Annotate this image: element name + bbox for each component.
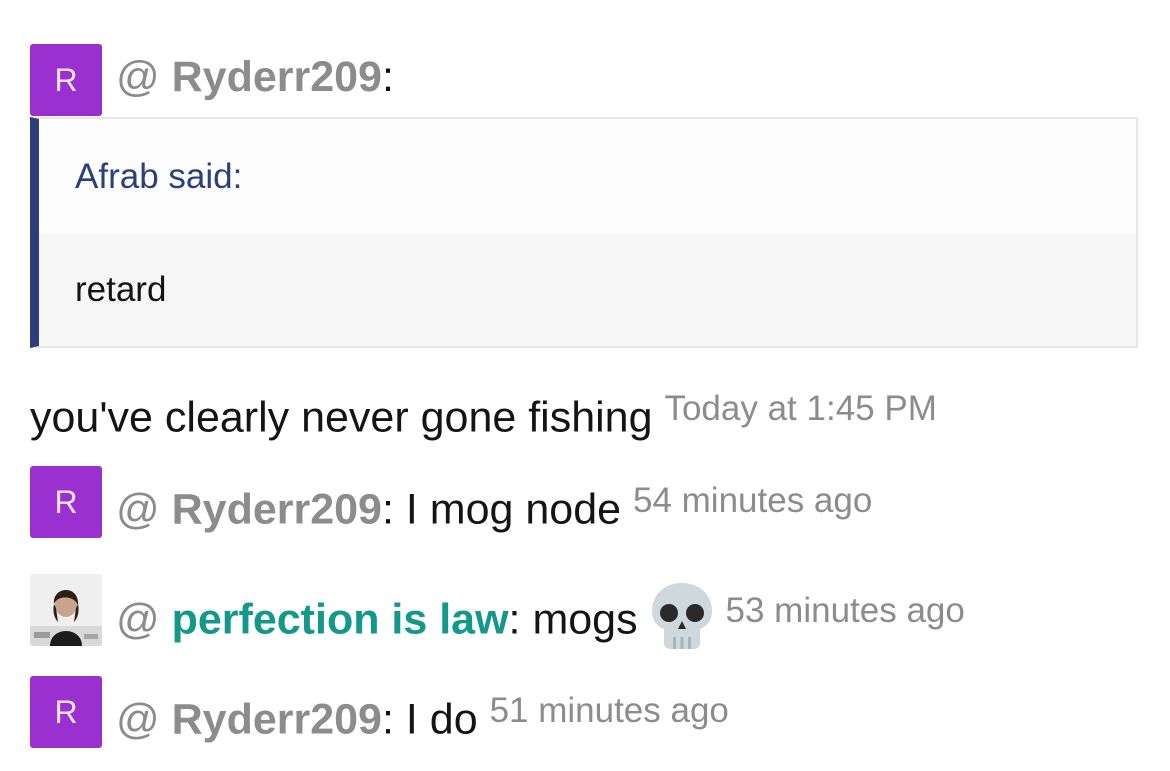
separator: : xyxy=(508,595,521,644)
at-symbol: @ xyxy=(116,595,160,644)
avatar-letter: R xyxy=(54,61,78,98)
quote-text: retard xyxy=(75,270,167,309)
reply-text: you've clearly never gone fishing xyxy=(30,393,653,442)
username-link[interactable]: Ryderr209 xyxy=(172,485,382,533)
post-line: @ Ryderr209: I do 51 minutes ago xyxy=(116,682,729,744)
timestamp[interactable]: 51 minutes ago xyxy=(490,691,729,730)
username-link[interactable]: Ryderr209 xyxy=(172,695,382,743)
avatar-letter: R xyxy=(54,693,78,730)
quote-author-text: Afrab said: xyxy=(75,156,243,196)
message-text: I mog node xyxy=(393,485,622,534)
quote-author[interactable]: Afrab said: xyxy=(39,119,1136,234)
post-line: @ perfection is law: mogs 53 minutes ago xyxy=(116,582,965,657)
person-photo-icon xyxy=(30,574,102,646)
avatar[interactable]: R xyxy=(30,44,102,116)
avatar-letter: R xyxy=(54,483,78,520)
separator: : xyxy=(381,53,394,101)
skull-icon xyxy=(651,582,712,649)
username-link[interactable]: Ryderr209 xyxy=(172,53,382,101)
message-text: I do xyxy=(393,695,478,744)
reply-message: you've clearly never gone fishing Today … xyxy=(30,380,937,442)
post-header: @ Ryderr209: xyxy=(116,52,394,102)
at-symbol: @ xyxy=(116,695,160,744)
avatar[interactable]: R xyxy=(30,466,102,538)
chat-thread: R @ Ryderr209: Afrab said: retard you've… xyxy=(0,0,1170,771)
message-text: mogs xyxy=(520,595,638,644)
timestamp[interactable]: Today at 1:45 PM xyxy=(664,389,936,428)
at-symbol: @ xyxy=(116,53,160,101)
quote-body: retard xyxy=(39,234,1136,346)
separator: : xyxy=(381,695,394,744)
timestamp[interactable]: 53 minutes ago xyxy=(726,591,965,630)
timestamp[interactable]: 54 minutes ago xyxy=(633,481,872,520)
username-link[interactable]: perfection is law xyxy=(172,595,509,643)
separator: : xyxy=(381,485,394,534)
avatar-photo[interactable] xyxy=(30,574,102,646)
quote-block: Afrab said: retard xyxy=(30,117,1138,348)
post-line: @ Ryderr209: I mog node 54 minutes ago xyxy=(116,472,872,534)
avatar[interactable]: R xyxy=(30,676,102,748)
at-symbol: @ xyxy=(116,485,160,534)
